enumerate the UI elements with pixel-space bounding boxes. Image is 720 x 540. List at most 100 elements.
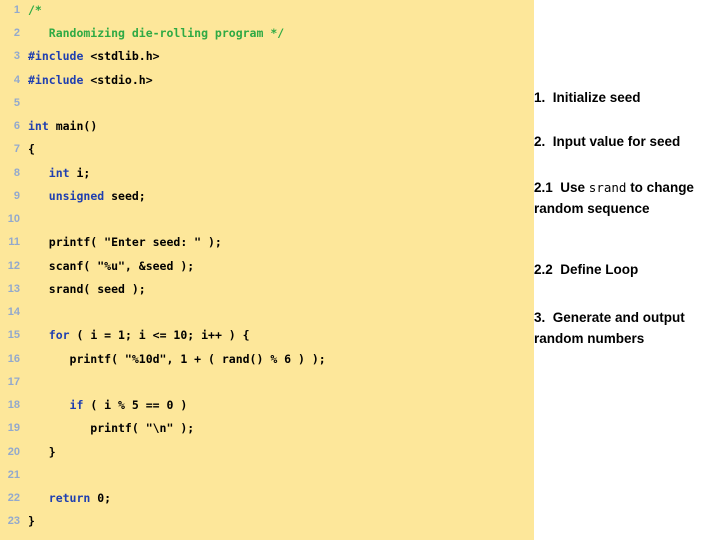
code-line: 4 #include <stdio.h> — [0, 69, 534, 92]
code-line: 3 #include <stdlib.h> — [0, 45, 534, 68]
code-line-number: 17 — [7, 375, 20, 388]
annotation-initialize-seed: 1. Initialize seed — [534, 88, 720, 109]
code-line-number: 23 — [7, 515, 20, 528]
code-token: } — [28, 514, 35, 529]
annotation-text: 2. Input value for seed — [534, 134, 681, 149]
code-token: printf( "Enter seed: " ); — [28, 235, 222, 250]
code-token: if — [69, 398, 84, 413]
code-token: ( i = 1; i <= 10; i++ ) { — [69, 328, 250, 343]
code-line-number: 9 — [13, 189, 20, 202]
code-line-text: printf( "Enter seed: " ); — [28, 231, 222, 254]
code-line-number: 13 — [7, 282, 20, 295]
code-token: #include — [28, 49, 84, 64]
code-line: 18 if ( i % 5 == 0 ) — [0, 394, 534, 417]
code-line-text: } — [28, 510, 35, 533]
annotation-input-value-for-seed: 2. Input value for seed — [534, 132, 720, 153]
code-token: int — [48, 165, 70, 180]
code-token: { — [28, 142, 35, 157]
code-token: unsigned — [48, 188, 105, 203]
code-line-number: 3 — [13, 50, 20, 63]
code-line-text: srand( seed ); — [28, 278, 146, 301]
code-line: 21 — [0, 464, 534, 487]
code-line: 2 Randomizing die-rolling program */ — [0, 22, 534, 45]
code-token: 0; — [90, 491, 112, 506]
annotation-generate-output: 3. Generate and output random numbers — [534, 308, 720, 349]
annotation-define-loop: 2.2 Define Loop — [534, 260, 720, 281]
code-line: 17 — [0, 371, 534, 394]
code-token: scanf( "%u", &seed ); — [28, 258, 195, 273]
code-line: 15 for ( i = 1; i <= 10; i++ ) { — [0, 324, 534, 347]
code-line-number: 8 — [13, 166, 20, 179]
code-line: 1 /* — [0, 0, 534, 22]
code-token: seed; — [104, 188, 146, 203]
code-line-number: 5 — [13, 96, 20, 109]
code-token: ( i % 5 == 0 ) — [83, 398, 188, 413]
code-token: i; — [69, 165, 91, 180]
code-line: 20 } — [0, 441, 534, 464]
annotation-text: 3. Generate and output random numbers — [534, 310, 689, 346]
code-token: for — [48, 328, 70, 343]
code-line-text: return 0; — [28, 487, 111, 510]
code-token: return — [48, 491, 91, 506]
code-line: 7{ — [0, 138, 534, 161]
code-panel: 1/* 2 Randomizing die-rolling program */3… — [0, 0, 534, 540]
code-line-text: } — [28, 441, 56, 464]
annotation-code-term: srand — [588, 180, 627, 195]
code-line-number: 14 — [7, 306, 20, 319]
code-line: 8 int i; — [0, 162, 534, 185]
code-token: srand( seed ); — [28, 281, 146, 296]
slide-root: 1/* 2 Randomizing die-rolling program */3… — [0, 0, 720, 540]
code-line: 14 — [0, 301, 534, 324]
code-line-text: if ( i % 5 == 0 ) — [28, 394, 188, 417]
annotation-text: 2.1 Use — [534, 180, 589, 195]
code-line-text: printf( "\n" ); — [28, 417, 194, 440]
code-line: 23} — [0, 510, 534, 533]
code-line-number: 1 — [13, 4, 20, 16]
code-line-number: 16 — [7, 352, 20, 365]
code-line-number: 2 — [13, 27, 20, 40]
code-line-number: 19 — [7, 422, 20, 435]
code-line: 12 scanf( "%u", &seed ); — [0, 255, 534, 278]
code-line-text: { — [28, 138, 35, 161]
code-token: <stdlib.h> — [83, 49, 160, 64]
code-token: #include — [28, 72, 84, 87]
code-line-number: 22 — [7, 492, 20, 505]
code-line: 5 — [0, 92, 534, 115]
code-line: 19 printf( "\n" ); — [0, 417, 534, 440]
code-token: printf( "\n" ); — [28, 421, 195, 436]
annotation-panel: 1. Initialize seed 2. Input value for see… — [534, 0, 720, 540]
code-line-text: #include <stdio.h> — [28, 69, 153, 92]
code-line-text: printf( "%10d", 1 + ( rand() % 6 ) ); — [28, 348, 326, 371]
code-token: <stdio.h> — [83, 72, 153, 87]
code-token: printf( "%10d", 1 + ( rand() % 6 ) ); — [28, 351, 326, 366]
code-token: /* — [28, 3, 42, 17]
code-line-number: 4 — [13, 73, 20, 86]
code-line-number: 15 — [7, 329, 20, 342]
code-line-number: 10 — [7, 213, 20, 226]
code-line: 13 srand( seed ); — [0, 278, 534, 301]
code-line-number: 21 — [7, 468, 20, 481]
code-line-number: 12 — [7, 259, 20, 272]
code-line: 22 return 0; — [0, 487, 534, 510]
code-line-number: 20 — [7, 445, 20, 458]
code-line: 6 int main() — [0, 115, 534, 138]
code-token: int — [28, 119, 49, 134]
code-line: 9 unsigned seed; — [0, 185, 534, 208]
code-line-number: 11 — [8, 236, 20, 249]
code-line-text: #include <stdlib.h> — [28, 45, 160, 68]
code-token: } — [28, 444, 56, 459]
code-token: main() — [48, 119, 98, 134]
code-line: 11 printf( "Enter seed: " ); — [0, 231, 534, 254]
code-line-number: 6 — [13, 120, 20, 133]
code-line-text: int main() — [28, 115, 97, 138]
annotation-text: 1. Initialize seed — [534, 90, 641, 105]
code-line-number: 18 — [7, 399, 20, 412]
code-line: 10 — [0, 208, 534, 231]
code-line-text: int i; — [28, 162, 91, 185]
annotation-text: 2.2 Define Loop — [534, 262, 639, 277]
